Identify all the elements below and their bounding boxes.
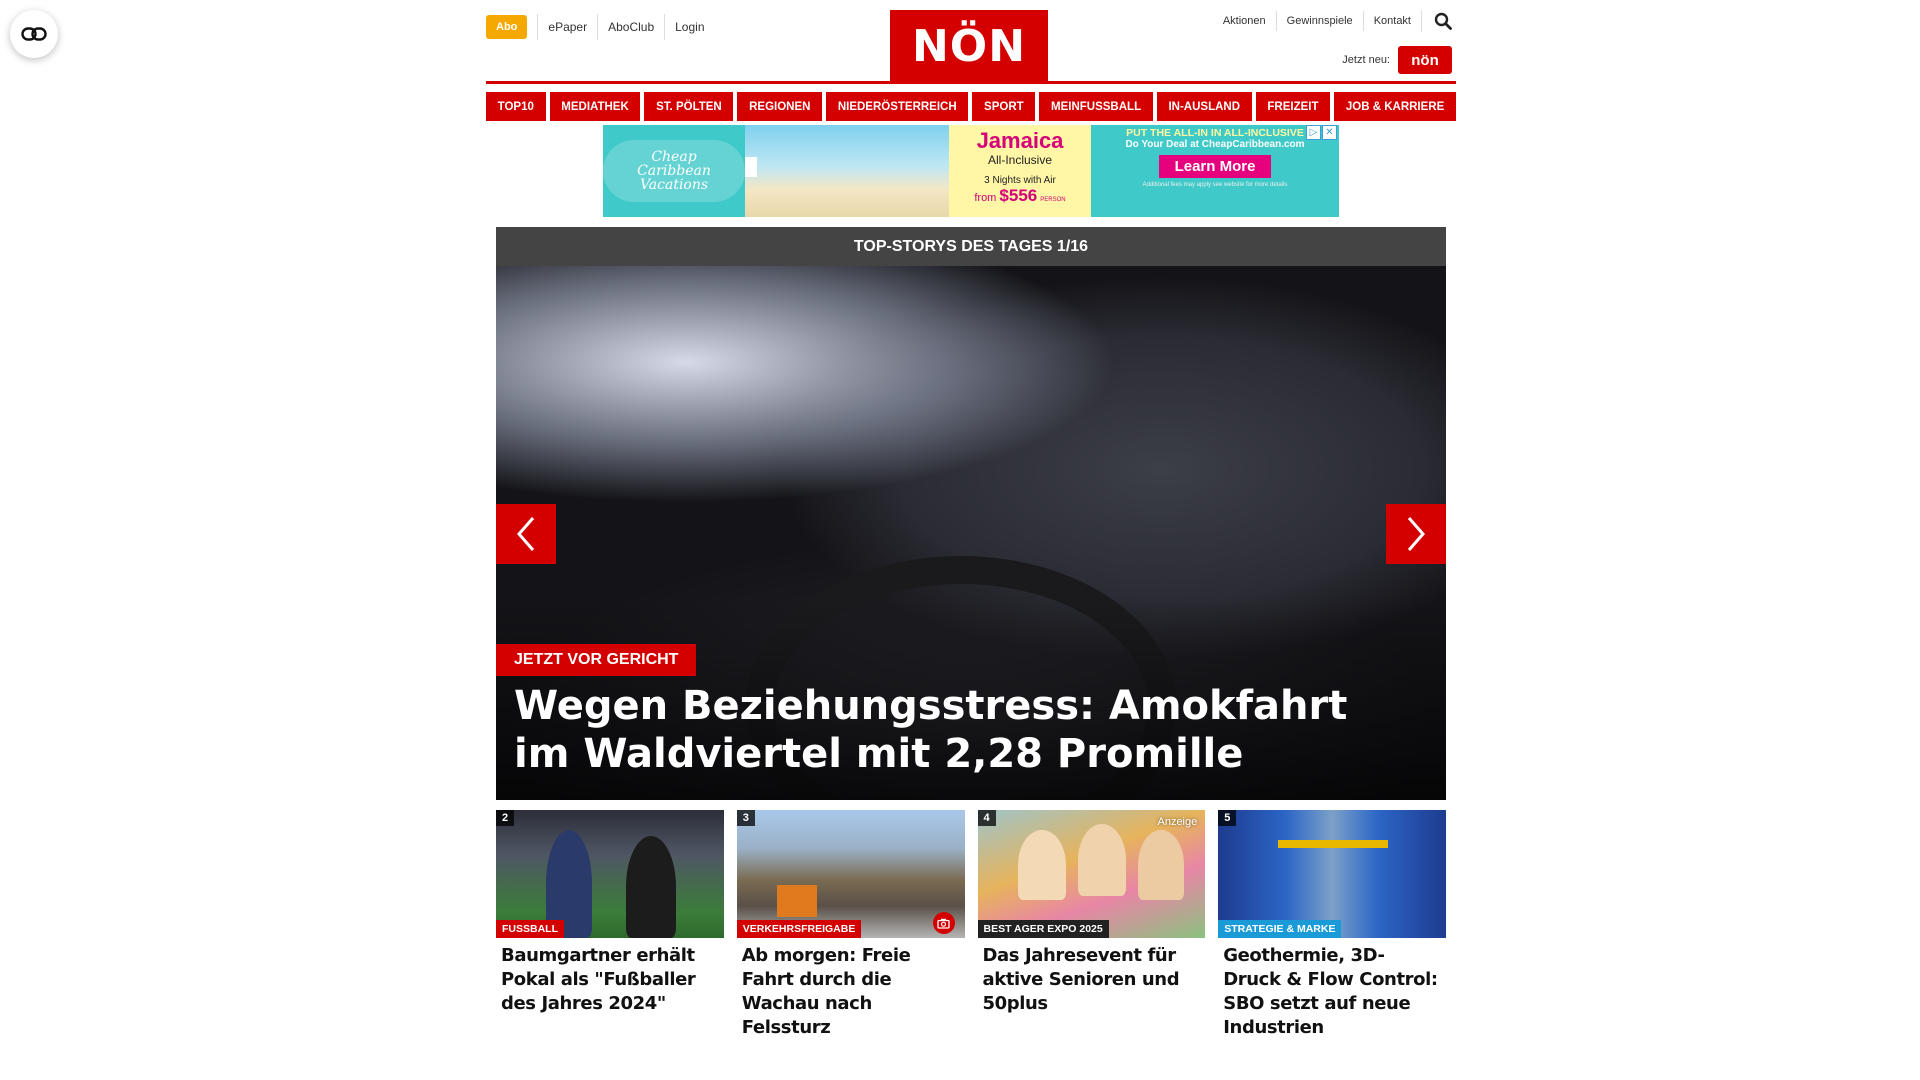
ad-price-prefix: from: [974, 192, 997, 204]
sponsored-badge: Anzeige: [1157, 816, 1198, 828]
chevron-left-icon: [517, 517, 535, 551]
carousel-next-button[interactable]: [1386, 504, 1446, 564]
gallery-button[interactable]: [932, 912, 955, 934]
ad-fine-print: Additional fees may apply see website fo…: [1142, 182, 1288, 188]
app-promo-label: Jetzt neu:: [1342, 54, 1390, 66]
teaser-card[interactable]: 5 STRATEGIE & MARKE Geothermie, 3D-Druck…: [1218, 810, 1446, 1040]
teaser-title[interactable]: Das Jahresevent für aktive Senioren und …: [978, 938, 1206, 1016]
nav-item-st-poelten[interactable]: ST. PÖLTEN: [644, 92, 734, 121]
ad-nights: 3 Nights with Air: [984, 175, 1056, 186]
accessibility-button[interactable]: [10, 10, 58, 58]
teaser-image: 4 Anzeige BEST AGER EXPO 2025: [977, 810, 1206, 938]
nav-item-job-karriere[interactable]: JOB & KARRIERE: [1334, 92, 1456, 121]
kontakt-link[interactable]: Kontakt: [1362, 11, 1421, 31]
header-left-links: Abo ePaper AboClub Login: [486, 14, 715, 40]
ad-destination: Jamaica: [976, 128, 1064, 153]
adchoices-icon[interactable]: ▷: [1306, 125, 1321, 140]
top-stories-section: TOP-STORYS DES TAGES 1/16 JETZT VOR GERI…: [496, 227, 1446, 1040]
abo-button[interactable]: Abo: [486, 15, 528, 39]
nav-item-meinfussball[interactable]: MEINFUSSBALL: [1039, 92, 1153, 121]
teaser-figure: [1017, 830, 1066, 900]
nav-item-sport[interactable]: SPORT: [972, 92, 1036, 121]
ad-controls: ▷ ✕: [1306, 125, 1337, 140]
teaser-tag: FUSSBALL: [496, 920, 564, 938]
ad-beach-photo: [745, 125, 949, 217]
ad-price-line: from $556 PERSON: [949, 186, 1091, 206]
ad-subline: Do Your Deal at CheapCaribbean.com: [1125, 139, 1305, 150]
teaser-truck: [776, 885, 817, 917]
nav-item-niederoesterreich[interactable]: NIEDERÖSTERREICH: [826, 92, 969, 121]
epaper-link[interactable]: ePaper: [537, 14, 597, 40]
teaser-list: 2 FUSSBALL Baumgartner erhält Pokal als …: [496, 810, 1446, 1040]
teaser-card[interactable]: 4 Anzeige BEST AGER EXPO 2025 Das Jahres…: [977, 810, 1206, 1040]
teaser-number: 4: [977, 810, 996, 826]
ad-close-icon[interactable]: ✕: [1322, 125, 1337, 140]
teaser-number: 2: [496, 810, 515, 826]
ad-package: All-Inclusive: [987, 153, 1053, 167]
nav-item-mediathek[interactable]: MEDIATHEK: [549, 92, 641, 121]
teaser-figure: [1077, 824, 1126, 896]
ad-cta-panel: PUT THE ALL-IN IN ALL-INCLUSIVE Do Your …: [1091, 125, 1339, 217]
gewinnspiele-link[interactable]: Gewinnspiele: [1275, 11, 1363, 31]
carousel-prev-button[interactable]: [496, 504, 556, 564]
top-stories-header: TOP-STORYS DES TAGES 1/16: [496, 227, 1446, 266]
chevron-right-icon: [1407, 517, 1425, 551]
teaser-crane: [1278, 840, 1389, 848]
nav-item-regionen[interactable]: REGIONEN: [737, 92, 823, 121]
teaser-number: 3: [736, 810, 755, 826]
site-logo[interactable]: NÖN: [890, 10, 1048, 82]
aktionen-link[interactable]: Aktionen: [1213, 11, 1276, 31]
page-container: Abo ePaper AboClub Login NÖN Aktionen Ge…: [486, 0, 1456, 1040]
ad-price: $556: [999, 186, 1038, 205]
ad-offer: Jamaica All-Inclusive 3 Nights with Air …: [949, 125, 1091, 217]
teaser-title[interactable]: Ab morgen: Freie Fahrt durch die Wachau …: [737, 938, 965, 1040]
teaser-title[interactable]: Baumgartner erhält Pokal als "Fußballer …: [496, 938, 724, 1016]
nav-item-top10[interactable]: TOP10: [486, 92, 546, 121]
ad-brand-logo: Cheap Caribbean Vacations: [603, 125, 745, 217]
search-icon: [1434, 12, 1452, 30]
teaser-figure: [1137, 830, 1184, 900]
teaser-card[interactable]: 3 VERKEHRSFREIGABE Ab morgen: Freie Fahr…: [736, 810, 965, 1040]
nav-item-in-ausland[interactable]: IN-AUSLAND: [1156, 92, 1252, 121]
login-link[interactable]: Login: [664, 14, 714, 40]
teaser-image: 3 VERKEHRSFREIGABE: [736, 810, 965, 938]
site-header: Abo ePaper AboClub Login NÖN Aktionen Ge…: [486, 0, 1456, 84]
app-promo: Jetzt neu: nön: [1342, 46, 1452, 74]
teaser-figure: [626, 836, 676, 938]
hero-title[interactable]: Wegen Beziehungsstress: Amokfahrt im Wal…: [514, 682, 1406, 778]
ad-brand-text: Cheap Caribbean Vacations: [603, 140, 745, 202]
nav-item-freizeit[interactable]: FREIZEIT: [1255, 92, 1331, 121]
teaser-tag: VERKEHRSFREIGABE: [736, 920, 862, 938]
advertisement-banner[interactable]: Cheap Caribbean Vacations Jamaica All-In…: [603, 125, 1339, 217]
ad-headline: PUT THE ALL-IN IN ALL-INCLUSIVE: [1126, 127, 1304, 139]
search-button[interactable]: [1421, 10, 1456, 32]
hero-tag: JETZT VOR GERICHT: [496, 644, 697, 676]
teaser-image: 5 STRATEGIE & MARKE: [1218, 810, 1446, 938]
hero-story[interactable]: JETZT VOR GERICHT Wegen Beziehungsstress…: [496, 266, 1446, 800]
main-navigation: TOP10 MEDIATHEK ST. PÖLTEN REGIONEN NIED…: [486, 92, 1456, 121]
teaser-tag: BEST AGER EXPO 2025: [977, 920, 1109, 938]
aboclub-link[interactable]: AboClub: [597, 14, 664, 40]
teaser-image: 2 FUSSBALL: [496, 810, 724, 938]
header-right-links: Aktionen Gewinnspiele Kontakt: [1213, 10, 1456, 32]
teaser-tag: STRATEGIE & MARKE: [1218, 920, 1342, 938]
teaser-number: 5: [1218, 810, 1237, 826]
teaser-card[interactable]: 2 FUSSBALL Baumgartner erhält Pokal als …: [496, 810, 724, 1040]
ad-price-suffix: PERSON: [1040, 197, 1066, 203]
camera-icon: [937, 918, 950, 929]
app-badge[interactable]: nön: [1398, 46, 1452, 74]
teaser-title[interactable]: Geothermie, 3D-Druck & Flow Control: SBO…: [1218, 938, 1446, 1040]
ad-learn-more-button[interactable]: Learn More: [1158, 155, 1272, 178]
accessibility-icon: [21, 27, 47, 41]
